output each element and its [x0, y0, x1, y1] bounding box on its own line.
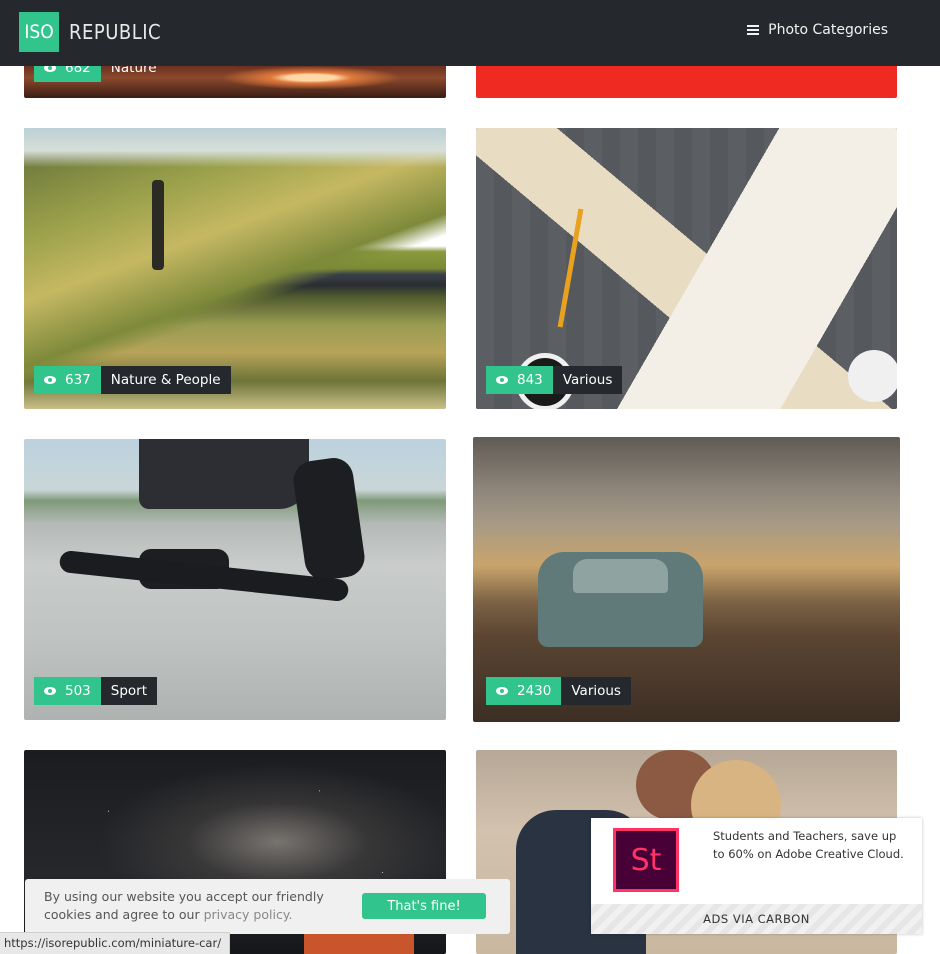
eye-icon — [44, 687, 57, 695]
hamburger-icon — [747, 25, 760, 35]
eye-icon — [496, 687, 509, 695]
photo-meta: 843 Various — [486, 366, 623, 394]
eye-icon — [44, 376, 57, 384]
cookie-banner: By using our website you accept our frie… — [25, 879, 510, 934]
adobe-stock-logo[interactable]: St — [613, 828, 679, 892]
photo-meta: 503 Sport — [34, 677, 158, 705]
logo-wordmark: REPUBLIC — [69, 20, 162, 44]
eye-icon — [496, 376, 509, 384]
view-count: 503 — [34, 677, 101, 705]
hiker-figure — [152, 180, 164, 270]
photo-card[interactable]: 503 Sport — [24, 439, 446, 720]
accept-cookies-button[interactable]: That's fine! — [362, 893, 486, 919]
car-windows — [573, 559, 668, 593]
carbon-ad[interactable]: St Students and Teachers, save up to 60%… — [591, 818, 922, 934]
category-tag[interactable]: Various — [552, 366, 623, 394]
ads-via-carbon-link[interactable]: ADS VIA CARBON — [591, 904, 922, 934]
logo-mark: ISO — [19, 12, 59, 52]
site-logo[interactable]: ISO REPUBLIC — [19, 12, 161, 52]
plant-pot — [848, 350, 897, 402]
photo-meta: 2430 Various — [486, 677, 631, 705]
jeans-legs — [139, 439, 309, 509]
menu-label: Photo Categories — [768, 22, 888, 38]
view-count: 637 — [34, 366, 101, 394]
category-tag[interactable]: Nature & People — [100, 366, 231, 394]
view-count: 2430 — [486, 677, 562, 705]
photo-card[interactable]: 637 Nature & People — [24, 128, 446, 409]
photo-card[interactable]: 843 Various — [476, 128, 897, 409]
cookie-message: By using our website you accept our frie… — [44, 889, 324, 922]
view-count: 843 — [486, 366, 553, 394]
category-tag[interactable]: Various — [561, 677, 631, 705]
site-header: ISO REPUBLIC Photo Categories — [0, 0, 940, 66]
photo-categories-menu-button[interactable]: Photo Categories — [747, 22, 888, 38]
photo-meta: 637 Nature & People — [34, 366, 231, 394]
privacy-policy-link[interactable]: privacy policy. — [204, 907, 293, 922]
photo-card[interactable]: 2430 Various — [473, 437, 900, 722]
browser-status-bar: https://isorepublic.com/miniature-car/ — [0, 932, 231, 954]
category-tag[interactable]: Sport — [100, 677, 158, 705]
ad-text[interactable]: Students and Teachers, save up to 60% on… — [713, 827, 908, 863]
